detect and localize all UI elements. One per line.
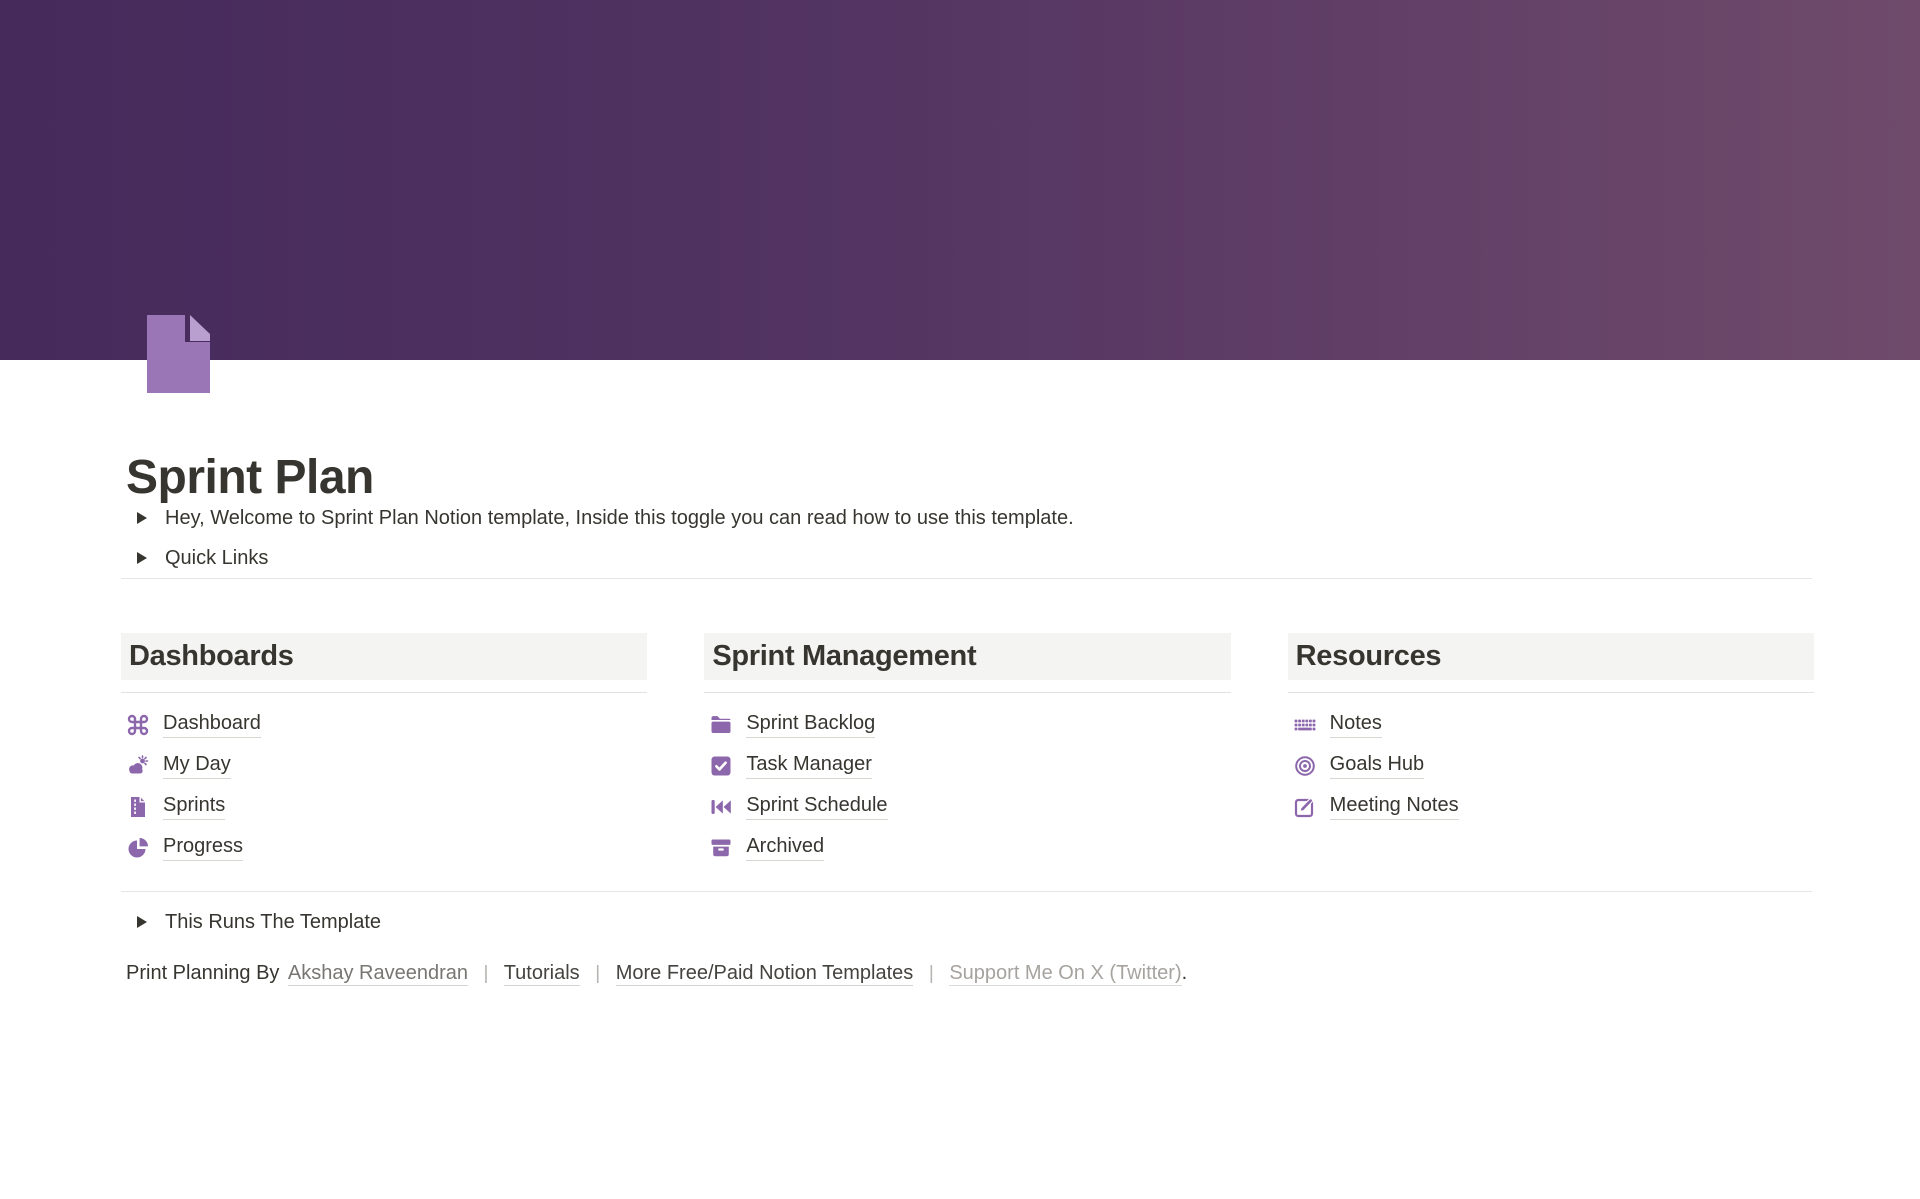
page-title[interactable]: Sprint Plan xyxy=(126,360,1812,506)
list-item: My Day xyxy=(121,745,647,786)
page-icon[interactable] xyxy=(147,315,210,393)
list-item: Sprint Backlog xyxy=(704,704,1230,745)
document-page-icon xyxy=(147,315,210,393)
divider xyxy=(121,891,1812,892)
rewind-icon xyxy=(709,795,733,819)
link-task-manager[interactable]: Task Manager xyxy=(746,753,872,779)
resources-list: Notes Goals Hub xyxy=(1288,704,1814,827)
column-title: Dashboards xyxy=(129,640,294,673)
columns-section: Dashboards Dashboard xyxy=(121,633,1814,868)
command-icon xyxy=(126,713,150,737)
toggle-arrow-icon[interactable] xyxy=(137,552,163,564)
toggle-quick-links-label: Quick Links xyxy=(165,547,268,570)
list-item: Notes xyxy=(1288,704,1814,745)
sprint-management-list: Sprint Backlog Task Manager xyxy=(704,704,1230,868)
link-progress[interactable]: Progress xyxy=(163,835,243,861)
checkbox-icon xyxy=(709,754,733,778)
intro-toggles: Hey, Welcome to Sprint Plan Notion templ… xyxy=(126,498,1812,578)
target-icon xyxy=(1293,754,1317,778)
column-title: Sprint Management xyxy=(712,640,976,673)
link-sprints[interactable]: Sprints xyxy=(163,794,225,820)
link-my-day[interactable]: My Day xyxy=(163,753,231,779)
link-more-templates[interactable]: More Free/Paid Notion Templates xyxy=(616,962,914,986)
edit-icon xyxy=(1293,795,1317,819)
list-item: Dashboard xyxy=(121,704,647,745)
list-item: Progress xyxy=(121,827,647,868)
column-header-dashboards: Dashboards xyxy=(121,633,647,680)
bottom-toggle-section: This Runs The Template xyxy=(126,901,1812,943)
sun-cloud-icon xyxy=(126,754,150,778)
link-goals-hub[interactable]: Goals Hub xyxy=(1330,753,1425,779)
toggle-welcome-label: Hey, Welcome to Sprint Plan Notion templ… xyxy=(165,507,1074,530)
list-item: Task Manager xyxy=(704,745,1230,786)
divider xyxy=(704,692,1230,693)
column-sprint-management: Sprint Management Sprint Backlog xyxy=(704,633,1230,868)
document-icon xyxy=(126,795,150,819)
divider xyxy=(1288,692,1814,693)
toggle-arrow-icon[interactable] xyxy=(137,916,163,928)
column-resources: Resources Notes xyxy=(1288,633,1814,868)
link-sprint-schedule[interactable]: Sprint Schedule xyxy=(746,794,887,820)
column-header-sprint-management: Sprint Management xyxy=(704,633,1230,680)
footer-credits: Print Planning By Akshay Raveendran | Tu… xyxy=(126,958,1812,989)
toggle-arrow-icon[interactable] xyxy=(137,512,163,524)
footer-suffix: . xyxy=(1182,962,1188,984)
toggle-quick-links[interactable]: Quick Links xyxy=(126,538,1812,578)
footer-separator: | xyxy=(595,963,600,984)
divider xyxy=(121,578,1812,579)
link-sprint-backlog[interactable]: Sprint Backlog xyxy=(746,712,875,738)
page-body: Sprint Plan Hey, Welcome to Sprint Plan … xyxy=(0,360,1920,989)
page-cover xyxy=(0,0,1920,360)
footer-separator: | xyxy=(929,963,934,984)
footer-prefix: Print Planning By xyxy=(126,962,279,984)
link-meeting-notes[interactable]: Meeting Notes xyxy=(1330,794,1459,820)
archive-icon xyxy=(709,836,733,860)
link-notes[interactable]: Notes xyxy=(1330,712,1382,738)
footer-separator: | xyxy=(484,963,489,984)
toggle-runs-template[interactable]: This Runs The Template xyxy=(126,901,1812,943)
list-item: Goals Hub xyxy=(1288,745,1814,786)
link-support-twitter[interactable]: Support Me On X (Twitter) xyxy=(949,962,1181,986)
list-item: Archived xyxy=(704,827,1230,868)
link-tutorials[interactable]: Tutorials xyxy=(504,962,580,986)
column-title: Resources xyxy=(1296,640,1442,673)
pie-chart-icon xyxy=(126,836,150,860)
link-archived[interactable]: Archived xyxy=(746,835,824,861)
folder-icon xyxy=(709,713,733,737)
column-header-resources: Resources xyxy=(1288,633,1814,680)
list-item: Meeting Notes xyxy=(1288,786,1814,827)
link-author[interactable]: Akshay Raveendran xyxy=(288,962,468,986)
toggle-runs-template-label: This Runs The Template xyxy=(165,911,381,934)
divider xyxy=(121,692,647,693)
list-item: Sprint Schedule xyxy=(704,786,1230,827)
dashboards-list: Dashboard xyxy=(121,704,647,868)
keyboard-icon xyxy=(1293,713,1317,737)
list-item: Sprints xyxy=(121,786,647,827)
column-dashboards: Dashboards Dashboard xyxy=(121,633,647,868)
link-dashboard[interactable]: Dashboard xyxy=(163,712,261,738)
toggle-welcome[interactable]: Hey, Welcome to Sprint Plan Notion templ… xyxy=(126,498,1812,538)
